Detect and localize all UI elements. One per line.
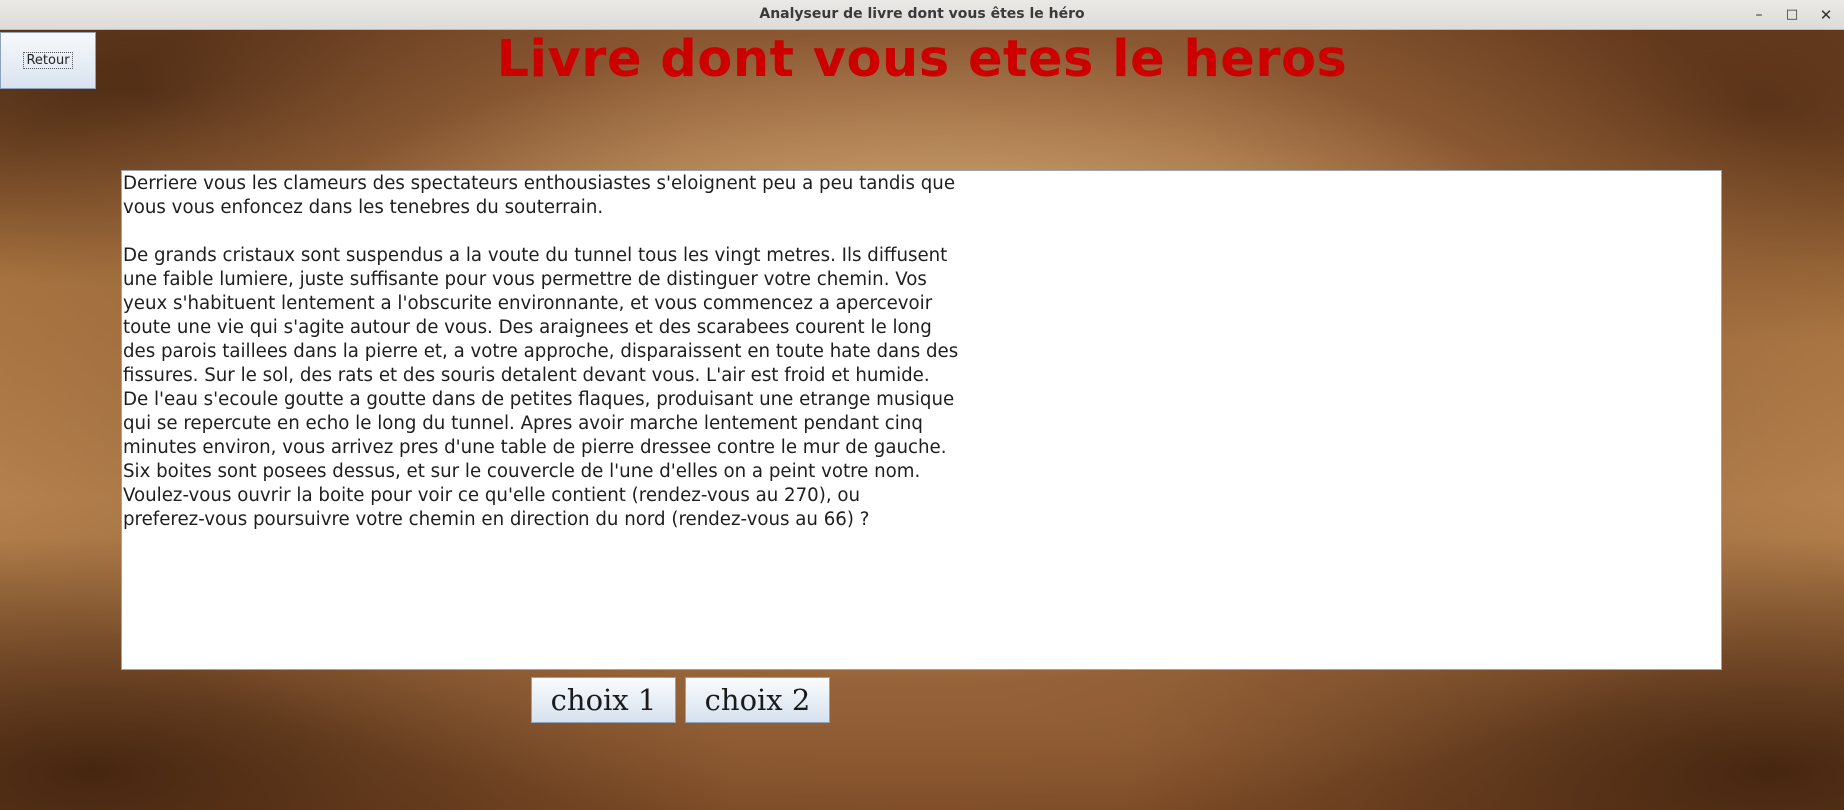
parchment-background: Retour Livre dont vous etes le heros Der… xyxy=(0,30,1844,810)
window-titlebar: Analyseur de livre dont vous êtes le hér… xyxy=(0,0,1844,30)
close-icon[interactable]: ✕ xyxy=(1815,4,1837,26)
window-title: Analyseur de livre dont vous êtes le hér… xyxy=(759,6,1085,22)
choice-2-button[interactable]: choix 2 xyxy=(685,677,830,723)
maximize-icon[interactable]: □ xyxy=(1781,4,1803,26)
page-title: Livre dont vous etes le heros xyxy=(496,30,1348,89)
story-text-area[interactable]: Derriere vous les clameurs des spectateu… xyxy=(121,170,1722,670)
choice-1-button[interactable]: choix 1 xyxy=(531,677,676,723)
minimize-icon[interactable]: – xyxy=(1748,4,1770,26)
story-text: Derriere vous les clameurs des spectateu… xyxy=(123,173,959,530)
